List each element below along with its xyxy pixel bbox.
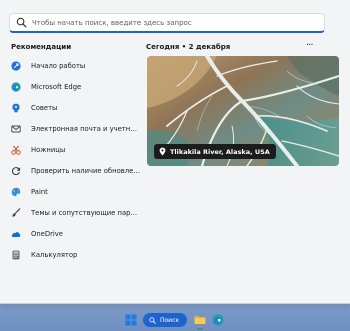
- get-started-icon: [11, 60, 21, 71]
- rec-item-check-updates[interactable]: Проверить наличие обновлен...: [11, 160, 141, 181]
- location-pin-icon: [159, 147, 166, 156]
- taskbar: Поиск: [0, 309, 350, 331]
- today-header: Сегодня • 2 декабря: [146, 43, 231, 51]
- rec-item-label: Начало работы: [31, 61, 86, 70]
- rec-item-themes[interactable]: Темы и сопутствующие парам...: [11, 202, 141, 223]
- rec-item-snipping-tool[interactable]: Ножницы: [11, 139, 141, 160]
- taskbar-search-label: Поиск: [160, 316, 180, 324]
- location-caption[interactable]: Tlikakila River, Alaska, USA: [154, 144, 276, 159]
- tips-icon: [12, 103, 20, 112]
- recommendations-list: Начало работы Microsoft Edge Советы Элек…: [11, 55, 141, 265]
- edge-icon: [11, 81, 21, 92]
- more-options-button[interactable]: ···: [306, 40, 313, 51]
- paint-icon: [11, 187, 21, 196]
- rec-item-label: Microsoft Edge: [31, 82, 82, 91]
- file-explorer-icon[interactable]: [194, 314, 206, 325]
- daily-photo-card[interactable]: Tlikakila River, Alaska, USA: [147, 56, 339, 166]
- update-icon: [12, 166, 21, 175]
- rec-item-onedrive[interactable]: OneDrive: [11, 223, 141, 244]
- brush-icon: [12, 207, 21, 217]
- snipping-tool-icon: [11, 144, 21, 155]
- rec-item-edge[interactable]: Microsoft Edge: [11, 76, 141, 97]
- search-icon: [149, 316, 156, 324]
- rec-item-label: Калькулятор: [31, 250, 78, 259]
- search-panel: Рекомендации Начало работы Microsoft Edg…: [0, 0, 350, 304]
- rec-item-label: OneDrive: [31, 229, 63, 238]
- onedrive-icon: [11, 231, 21, 237]
- search-box[interactable]: [9, 13, 325, 33]
- rec-item-paint[interactable]: Paint: [11, 181, 141, 202]
- calculator-icon: [12, 250, 20, 259]
- running-indicator: [197, 328, 203, 330]
- rec-item-calculator[interactable]: Калькулятор: [11, 244, 141, 265]
- mail-icon: [11, 125, 21, 132]
- rec-item-label: Темы и сопутствующие парам...: [31, 208, 141, 217]
- edge-icon[interactable]: [212, 314, 224, 326]
- rec-item-label: Электронная почта и учетные ...: [31, 124, 141, 133]
- recommendations-title: Рекомендации: [11, 43, 72, 51]
- rec-item-label: Ножницы: [31, 145, 66, 154]
- rec-item-label: Советы: [31, 103, 58, 112]
- location-caption-text: Tlikakila River, Alaska, USA: [170, 147, 270, 156]
- search-icon: [16, 17, 27, 28]
- search-input[interactable]: [32, 18, 312, 27]
- rec-item-label: Проверить наличие обновлен...: [31, 166, 141, 175]
- rec-item-get-started[interactable]: Начало работы: [11, 55, 141, 76]
- rec-item-tips[interactable]: Советы: [11, 97, 141, 118]
- rec-item-label: Paint: [31, 187, 48, 196]
- rec-item-mail-accounts[interactable]: Электронная почта и учетные ...: [11, 118, 141, 139]
- windows-start-icon[interactable]: [125, 314, 137, 326]
- taskbar-search-button[interactable]: Поиск: [143, 313, 187, 327]
